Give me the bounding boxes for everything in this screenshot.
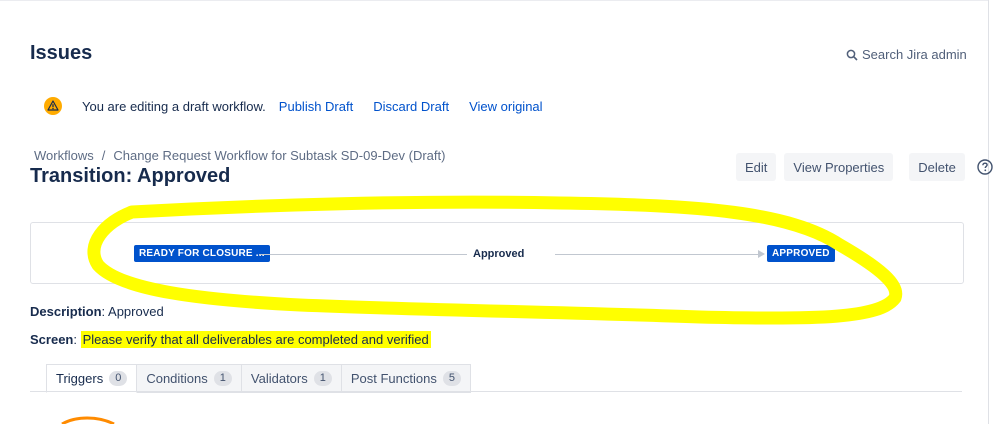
orange-annotation-arc [61, 416, 115, 424]
tab-label: Validators [250, 371, 308, 386]
search-jira-admin-label: Search Jira admin [862, 47, 967, 62]
from-status-lozenge: READY FOR CLOSURE ... [134, 245, 270, 262]
publish-draft-link[interactable]: Publish Draft [279, 99, 353, 114]
breadcrumb: Workflows / Change Request Workflow for … [34, 148, 445, 163]
warning-icon [44, 97, 62, 115]
transition-diagram: READY FOR CLOSURE ... Approved APPROVED [30, 222, 964, 284]
description-row: Description: Approved [30, 304, 164, 319]
search-icon [846, 49, 858, 61]
description-value: Approved [108, 304, 164, 319]
yellow-highlight-scribble [87, 195, 903, 325]
tabs-divider [30, 391, 962, 392]
screen-row: Screen: Please verify that all deliverab… [30, 331, 431, 348]
view-original-link[interactable]: View original [469, 99, 542, 114]
search-jira-admin-link[interactable]: Search Jira admin [846, 47, 967, 62]
transition-tabs: Triggers 0 Conditions 1 Validators 1 Pos… [46, 364, 471, 393]
count-badge: 1 [313, 371, 332, 386]
top-border [0, 0, 988, 1]
to-status-lozenge: APPROVED [767, 245, 835, 262]
draft-message: You are editing a draft workflow. [82, 98, 266, 114]
screen-label: Screen [30, 332, 74, 347]
description-label: Description [30, 304, 102, 319]
view-properties-button[interactable]: View Properties [784, 153, 894, 181]
screen-value-link[interactable]: Please verify that all deliverables are … [80, 331, 431, 348]
transition-line [555, 254, 759, 255]
count-badge: 0 [109, 371, 128, 386]
tab-conditions[interactable]: Conditions 1 [137, 364, 242, 393]
transition-line [259, 254, 467, 255]
discard-draft-link[interactable]: Discard Draft [373, 99, 449, 114]
draft-banner: You are editing a draft workflow. Publis… [44, 97, 563, 115]
right-border [988, 0, 989, 424]
help-icon[interactable] [977, 159, 993, 175]
transition-name-label: Approved [473, 248, 525, 260]
breadcrumb-workflows-link[interactable]: Workflows [34, 148, 94, 163]
tab-label: Triggers [56, 371, 104, 386]
tab-post-functions[interactable]: Post Functions 5 [341, 364, 471, 393]
tab-label: Conditions [146, 371, 208, 386]
breadcrumb-current-workflow-link[interactable]: Change Request Workflow for Subtask SD-0… [113, 148, 445, 163]
transition-arrowhead [758, 250, 765, 258]
edit-button[interactable]: Edit [736, 153, 777, 181]
action-buttons: Edit View Properties Delete [736, 153, 993, 181]
page-title: Issues [30, 42, 93, 64]
tab-triggers[interactable]: Triggers 0 [46, 364, 138, 393]
transition-title: Transition: Approved [30, 165, 231, 187]
count-badge: 1 [213, 371, 232, 386]
tab-validators[interactable]: Validators 1 [241, 364, 342, 393]
delete-button[interactable]: Delete [909, 153, 965, 181]
breadcrumb-separator: / [101, 148, 106, 163]
tab-label: Post Functions [350, 371, 437, 386]
count-badge: 5 [442, 371, 461, 386]
